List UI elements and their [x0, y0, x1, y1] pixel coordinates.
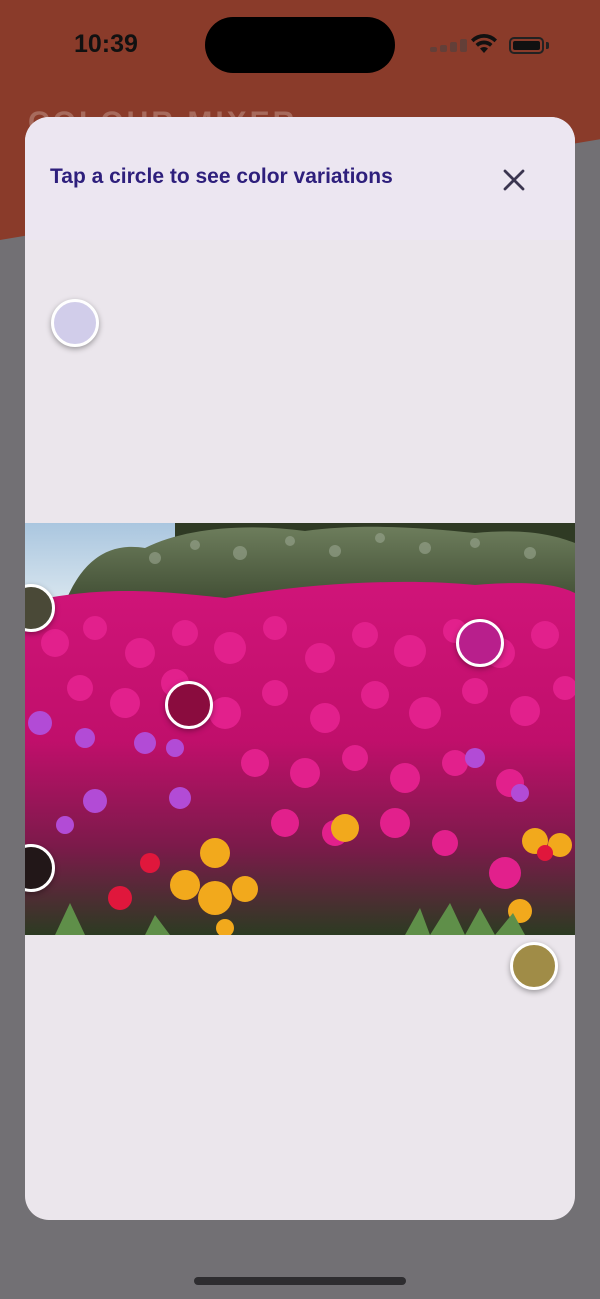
flower-field-photo[interactable] — [25, 523, 575, 935]
dynamic-island — [205, 17, 395, 73]
modal-title: Tap a circle to see color variations — [50, 165, 393, 188]
swatch-ochre[interactable] — [510, 942, 558, 990]
close-button[interactable] — [495, 161, 533, 199]
color-picker-modal: Tap a circle to see color variations — [25, 117, 575, 1220]
battery-icon — [509, 37, 544, 54]
wifi-icon — [471, 33, 497, 53]
status-time: 10:39 — [74, 30, 138, 58]
battery-cap — [546, 42, 549, 49]
home-indicator — [194, 1277, 406, 1285]
modal-header: Tap a circle to see color variations — [25, 117, 575, 240]
status-bar: 10:39 — [0, 0, 600, 90]
cellular-signal-icon — [430, 38, 472, 52]
flower-field-image — [25, 523, 575, 935]
swatch-magenta[interactable] — [456, 619, 504, 667]
swatch-lavender[interactable] — [51, 299, 99, 347]
close-icon — [503, 169, 525, 191]
swatch-crimson[interactable] — [165, 681, 213, 729]
